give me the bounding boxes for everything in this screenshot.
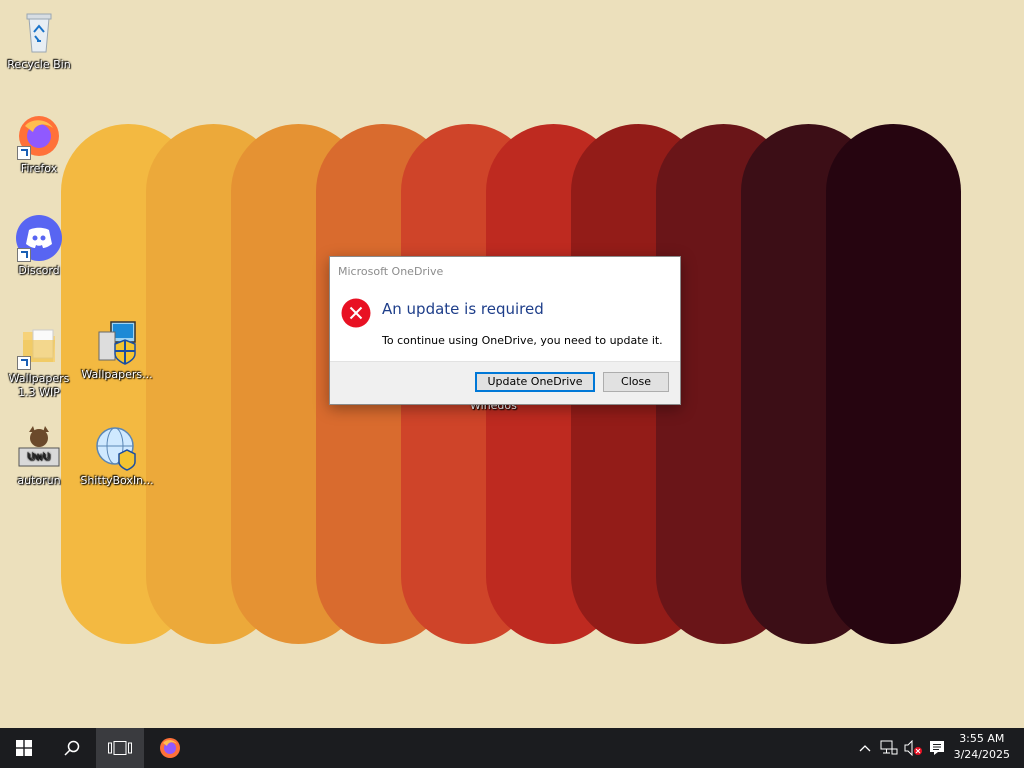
shortcut-arrow-icon (17, 356, 31, 370)
autorun-icon: UwU (15, 424, 63, 472)
show-hidden-icons-button[interactable] (856, 728, 874, 768)
error-icon (341, 298, 371, 328)
task-view-button[interactable] (96, 728, 144, 768)
notifications-button[interactable] (926, 728, 948, 768)
desktop-icon-recycle-bin[interactable]: Recycle Bin (0, 8, 78, 72)
volume-muted-icon (904, 740, 922, 756)
close-button[interactable]: Close (603, 372, 669, 392)
windows-logo-icon (16, 740, 32, 756)
dialog-footer: Update OneDrive Close (330, 361, 680, 404)
task-view-icon (108, 741, 132, 755)
desktop-icon-label: Firefox (20, 162, 58, 175)
desktop-icon-autorun[interactable]: UwU autorun (0, 424, 78, 488)
volume-button[interactable] (902, 728, 924, 768)
dialog-heading: An update is required (382, 300, 544, 318)
desktop-icon-label: Discord (18, 264, 60, 277)
search-button[interactable] (48, 728, 96, 768)
desktop-icon-label: Wallpapers 1.3 WIP (8, 372, 70, 399)
wallpaper-stripe (826, 124, 961, 644)
desktop-icon-label: Wallpapers... (81, 368, 153, 381)
installer-globe-icon (93, 424, 141, 472)
desktop-icon-discord[interactable]: Discord (0, 214, 78, 278)
clock[interactable]: 3:55 AM 3/24/2025 (954, 731, 1010, 763)
taskbar: 3:55 AM 3/24/2025 (0, 728, 1024, 768)
start-button[interactable] (0, 728, 48, 768)
network-icon (880, 740, 898, 755)
clock-date: 3/24/2025 (953, 748, 1010, 761)
onedrive-update-dialog[interactable]: Microsoft OneDrive An update is required… (329, 256, 681, 405)
action-center-icon (930, 741, 944, 755)
search-icon (64, 740, 80, 756)
desktop-icon-label: ShittyBoxIn... (80, 474, 154, 487)
firefox-icon (160, 738, 180, 758)
desktop-icon-label: autorun (17, 474, 61, 487)
taskbar-firefox-button[interactable] (146, 728, 194, 768)
shortcut-arrow-icon (17, 146, 31, 160)
shortcut-arrow-icon (17, 248, 31, 262)
update-onedrive-button[interactable]: Update OneDrive (475, 372, 595, 392)
desktop-icon-wallpapers-folder[interactable]: Wallpapers 1.3 WIP (0, 322, 78, 400)
svg-text:UwU: UwU (28, 452, 51, 463)
desktop-icon-shittybox-installer[interactable]: ShittyBoxIn... (78, 424, 156, 488)
chevron-up-icon (859, 745, 871, 752)
discord-icon (15, 214, 63, 262)
desktop-icon-label: Recycle Bin (7, 58, 71, 71)
recycle-bin-icon (15, 8, 63, 56)
clock-time: 3:55 AM (959, 732, 1005, 745)
desktop-icon-firefox[interactable]: Firefox (0, 112, 78, 176)
firefox-icon (15, 112, 63, 160)
dialog-title: Microsoft OneDrive (338, 265, 444, 278)
installer-icon (93, 318, 141, 366)
folder-icon (15, 322, 63, 370)
network-button[interactable] (878, 728, 900, 768)
desktop-icon-wallpapers-installer[interactable]: Wallpapers... (78, 318, 156, 382)
dialog-message: To continue using OneDrive, you need to … (382, 334, 663, 347)
